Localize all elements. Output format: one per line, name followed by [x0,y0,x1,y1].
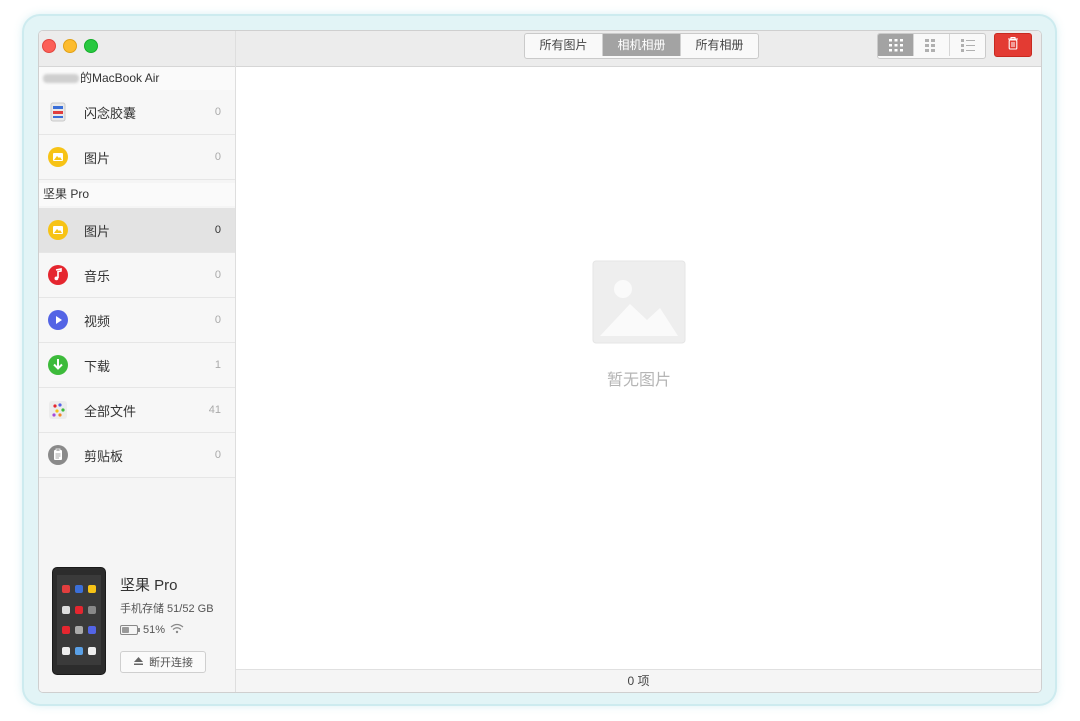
sidebar-item-all-files[interactable]: 全部文件 41 [39,388,235,433]
photos-icon [47,219,69,241]
sidebar-item-label: 全部文件 [84,403,137,419]
sidebar-item-label: 图片 [84,223,111,239]
sidebar-item-music[interactable]: 音乐 0 [39,253,235,298]
delete-button[interactable] [994,33,1032,57]
device-name: 坚果 Pro [120,577,178,594]
photos-icon [47,146,69,168]
phone-thumbnail [53,568,105,674]
battery-icon [120,625,140,635]
disconnect-button[interactable]: 断开连接 [120,651,206,673]
all-files-icon [47,399,69,421]
flash-capsule-icon [47,101,69,123]
eject-icon [133,656,144,669]
sidebar-item-clipboard[interactable]: 剪贴板 0 [39,433,235,478]
close-window-button[interactable] [42,39,56,53]
sidebar-item-label: 视频 [84,313,111,329]
sidebar-item-count: 1 [214,359,221,371]
clipboard-icon [47,444,69,466]
sidebar-item-label: 剪贴板 [84,448,124,464]
sidebar-item-flash-capsule[interactable]: 闪念胶囊 0 [39,90,235,135]
item-count: 0 项 [627,674,650,688]
battery-status: 51% [120,623,184,637]
status-bar: 0 项 [236,669,1041,692]
trash-icon [1007,36,1019,55]
wifi-icon [170,623,184,637]
empty-state-text: 暂无图片 [606,372,671,389]
sidebar-item-count: 0 [214,106,221,118]
video-icon [47,309,69,331]
tab-all-photos[interactable]: 所有图片 [525,34,603,56]
device-storage: 手机存储 51/52 GB [120,603,214,615]
tab-camera-roll[interactable]: 相机相册 [603,34,681,56]
minimize-window-button[interactable] [63,39,77,53]
sidebar-item-label: 音乐 [84,268,111,284]
window-controls [42,39,98,53]
toolbar: 所有图片 相机相册 所有相册 [236,31,1041,67]
battery-percent: 51% [143,624,166,636]
sidebar-item-label: 闪念胶囊 [84,105,137,121]
sidebar-item-video[interactable]: 视频 0 [39,298,235,343]
album-tabs: 所有图片 相机相册 所有相册 [524,33,759,59]
download-icon [47,354,69,376]
sidebar-item-label: 下载 [84,358,111,374]
sidebar-item-mac-photos[interactable]: 图片 0 [39,135,235,180]
sidebar-item-label: 图片 [84,150,111,166]
sidebar-item-count: 0 [214,224,221,236]
zoom-window-button[interactable] [84,39,98,53]
sidebar-item-phone-photos[interactable]: 图片 0 [39,208,235,253]
sidebar-item-count: 0 [214,314,221,326]
sidebar-item-count: 0 [214,269,221,281]
redacted-username [43,74,79,84]
sidebar: 的MacBook Air 闪念胶囊 0 图片 0 坚果 Pro 图片 0 音乐 … [39,31,236,692]
phone-screen [57,575,101,665]
medium-grid-icon[interactable] [914,34,950,56]
view-mode-switch [877,33,986,59]
empty-photo-placeholder-icon [592,260,686,344]
sidebar-item-count: 41 [208,404,221,416]
sidebar-titlebar [39,31,235,67]
large-grid-icon[interactable] [878,34,914,56]
app-window: 的MacBook Air 闪念胶囊 0 图片 0 坚果 Pro 图片 0 音乐 … [38,30,1042,693]
tab-all-albums[interactable]: 所有相册 [681,34,758,56]
sidebar-item-download[interactable]: 下载 1 [39,343,235,388]
sidebar-item-count: 0 [214,151,221,163]
main-panel: 所有图片 相机相册 所有相册 暂无图片 0 项 [236,31,1041,692]
list-grid-icon[interactable] [950,34,985,56]
sidebar-item-count: 0 [214,449,221,461]
section-header-phone: 坚果 Pro [39,183,235,206]
section-header-mac: 的MacBook Air [39,67,235,90]
music-icon [47,264,69,286]
